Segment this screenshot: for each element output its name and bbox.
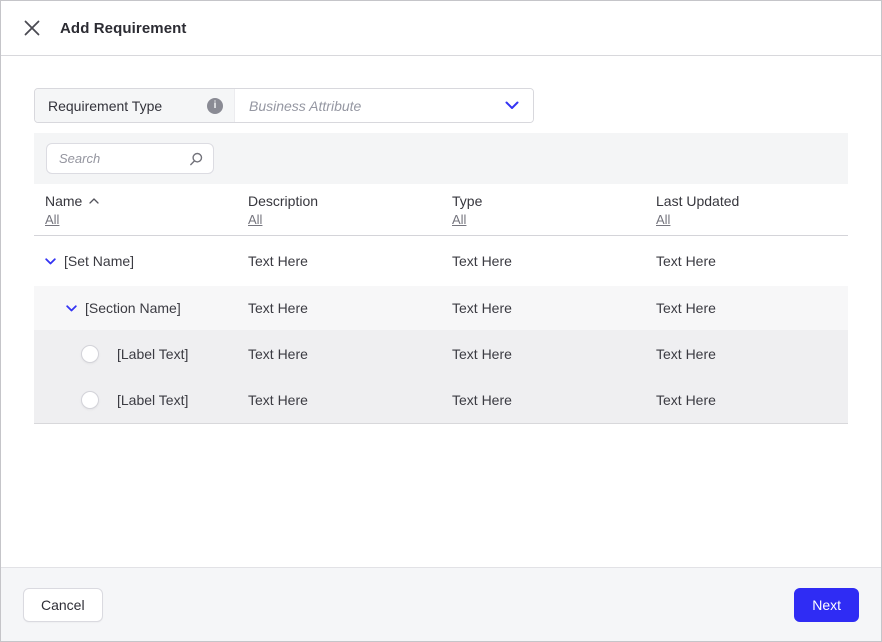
expand-collapse-icon[interactable]	[45, 258, 56, 265]
search-icon-glyph	[189, 152, 203, 166]
row-description: Text Here	[248, 253, 452, 269]
column-header-description: Description All	[248, 193, 452, 227]
modal-footer: Cancel Next	[1, 567, 881, 641]
filter-link-last-updated[interactable]: All	[656, 212, 670, 227]
search-input[interactable]	[59, 151, 169, 166]
sort-ascending-icon[interactable]	[89, 198, 99, 204]
row-name: [Label Text]	[117, 346, 188, 362]
requirement-type-field: Requirement Type i Business Attribute	[34, 88, 534, 123]
radio-button[interactable]	[81, 345, 99, 363]
requirement-type-placeholder: Business Attribute	[249, 98, 361, 114]
row-last-updated: Text Here	[656, 300, 848, 316]
table-row-option[interactable]: [Label Text] Text Here Text Here Text He…	[34, 330, 848, 377]
row-description: Text Here	[248, 392, 452, 408]
name-cell: [Section Name]	[34, 300, 248, 316]
name-cell: [Label Text]	[34, 345, 248, 363]
row-description: Text Here	[248, 300, 452, 316]
info-icon[interactable]: i	[207, 98, 223, 114]
row-last-updated: Text Here	[656, 392, 848, 408]
next-button[interactable]: Next	[794, 588, 859, 622]
name-cell: [Set Name]	[34, 253, 248, 269]
expand-collapse-icon[interactable]	[66, 305, 77, 312]
modal-header: Add Requirement	[1, 1, 881, 56]
chevron-up-icon	[89, 198, 99, 204]
search-icon[interactable]	[189, 152, 203, 166]
filter-link-type[interactable]: All	[452, 212, 466, 227]
row-type: Text Here	[452, 253, 656, 269]
table-row-set[interactable]: [Set Name] Text Here Text Here Text Here	[34, 236, 848, 286]
table-row-section[interactable]: [Section Name] Text Here Text Here Text …	[34, 286, 848, 330]
add-requirement-modal: Add Requirement Requirement Type i Busin…	[0, 0, 882, 642]
column-label: Description	[248, 193, 318, 209]
column-header-last-updated: Last Updated All	[656, 193, 848, 227]
filter-link-name[interactable]: All	[45, 212, 59, 227]
row-description: Text Here	[248, 346, 452, 362]
row-last-updated: Text Here	[656, 346, 848, 362]
requirement-type-select[interactable]: Business Attribute	[235, 89, 533, 122]
modal-content: Requirement Type i Business Attribute	[1, 56, 881, 567]
modal-title: Add Requirement	[60, 20, 187, 37]
column-header-name: Name All	[34, 193, 248, 227]
chevron-down-icon	[505, 101, 519, 110]
column-label: Name	[45, 193, 82, 209]
filter-link-description[interactable]: All	[248, 212, 262, 227]
cancel-button[interactable]: Cancel	[23, 588, 103, 622]
name-cell: [Label Text]	[34, 391, 248, 409]
search-strip	[34, 133, 848, 184]
table-row-option[interactable]: [Label Text] Text Here Text Here Text He…	[34, 377, 848, 424]
row-name: [Label Text]	[117, 392, 188, 408]
row-type: Text Here	[452, 346, 656, 362]
search-input-wrapper	[46, 143, 214, 174]
requirement-type-label: Requirement Type	[48, 98, 162, 114]
close-icon-glyph	[24, 20, 40, 36]
row-last-updated: Text Here	[656, 253, 848, 269]
row-type: Text Here	[452, 300, 656, 316]
row-type: Text Here	[452, 392, 656, 408]
chevron-down-icon	[66, 305, 77, 312]
column-label: Type	[452, 193, 482, 209]
row-name: [Set Name]	[64, 253, 134, 269]
column-header-type: Type All	[452, 193, 656, 227]
chevron-down-icon	[45, 258, 56, 265]
close-icon[interactable]	[23, 19, 41, 37]
radio-button[interactable]	[81, 391, 99, 409]
table-header: Name All Description All Type All Last	[34, 184, 848, 236]
requirement-type-label-zone: Requirement Type i	[35, 89, 235, 122]
column-label: Last Updated	[656, 193, 739, 209]
row-name: [Section Name]	[85, 300, 181, 316]
